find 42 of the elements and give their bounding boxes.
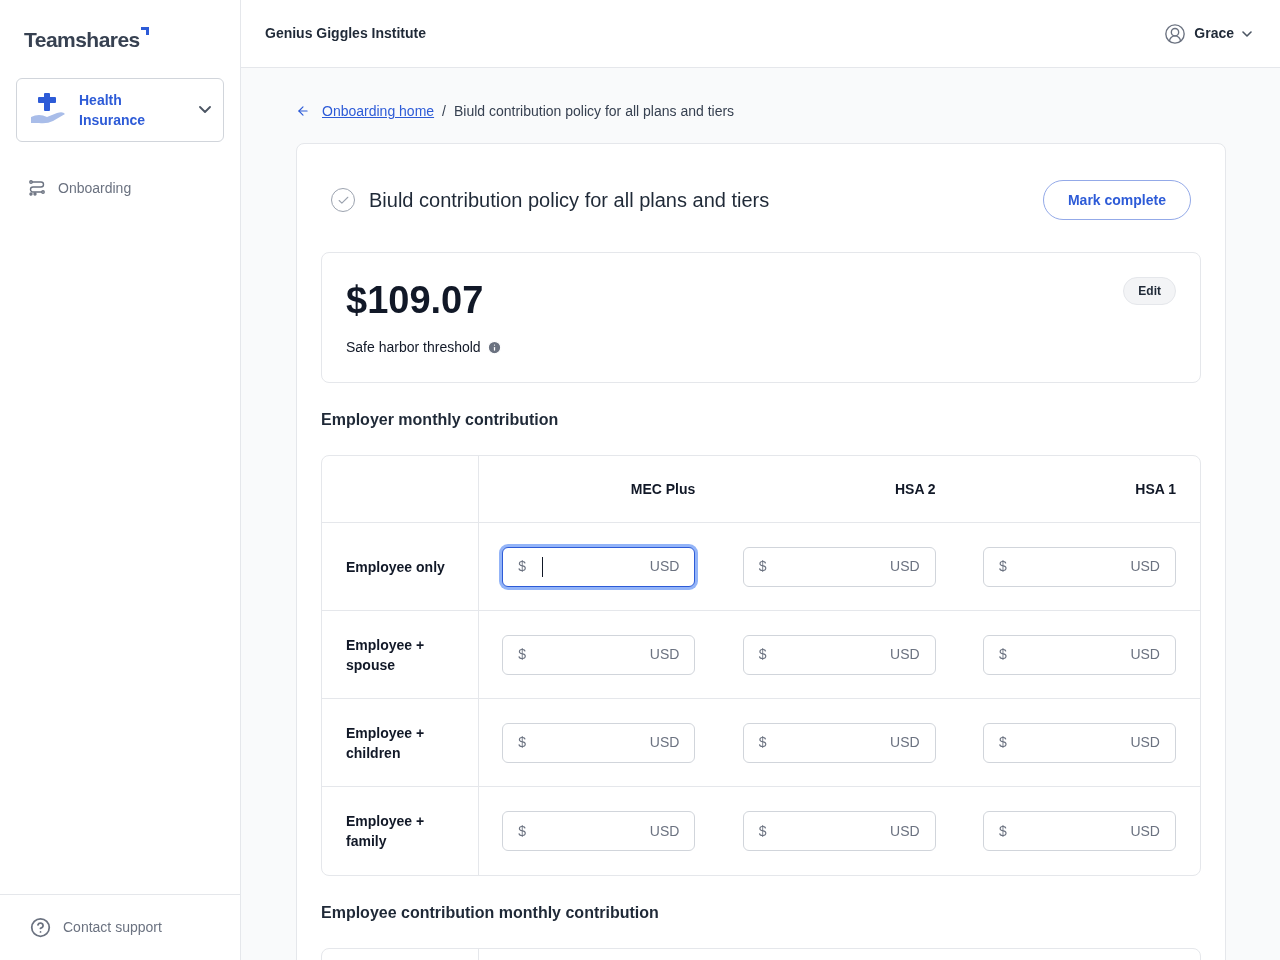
breadcrumb-current: Biuld contribution policy for all plans and tiers	[453, 101, 735, 121]
column-header: HSA 2	[894, 479, 936, 499]
amount-input[interactable]: $ USD	[742, 811, 936, 851]
organization-name: Genius Giggles Institute	[265, 24, 427, 43]
column-header: MEC Plus	[630, 479, 696, 499]
product-selector[interactable]: Health Insurance	[16, 77, 224, 142]
threshold-amount: $109.07	[346, 278, 485, 323]
amount-input[interactable]: $ USD	[502, 722, 696, 763]
amount-input[interactable]: $ USD	[742, 634, 936, 675]
breadcrumb-link[interactable]: Onboarding home	[322, 100, 435, 122]
threshold-label: Safe harbor threshold	[346, 338, 481, 357]
amount-input[interactable]: $ USD	[502, 634, 696, 675]
chevron-down-icon	[1242, 30, 1252, 37]
user-icon	[1164, 22, 1187, 45]
amount-input[interactable]: $ USD	[983, 722, 1176, 763]
nav-item[interactable]: Onboarding	[16, 171, 224, 205]
logo-wordmark[interactable]: Teamshares	[24, 24, 140, 56]
row-label: Employee + children	[346, 723, 426, 763]
amount-input[interactable]: $ USD	[742, 546, 936, 587]
amount-input[interactable]: $ USD	[502, 546, 696, 587]
edit-button[interactable]: Edit	[1123, 277, 1176, 305]
chevron-down-icon	[199, 106, 211, 113]
amount-input[interactable]: $ USD	[502, 811, 696, 851]
amount-input[interactable]: $ USD	[983, 546, 1176, 587]
amount-input[interactable]: $ USD	[742, 722, 936, 763]
row-label: Employee + spouse	[346, 635, 426, 675]
user-menu[interactable]: Grace	[1164, 22, 1252, 45]
help-icon	[30, 917, 51, 938]
column-header: HSA 1	[1135, 479, 1176, 499]
amount-input[interactable]: $ USD	[983, 634, 1176, 675]
section-heading: Employer monthly contribution	[321, 410, 560, 430]
breadcrumb-separator: /	[442, 101, 446, 121]
info-icon[interactable]	[486, 340, 502, 355]
section-heading: Employee contribution monthly contribution	[321, 903, 660, 923]
row-label: Employee + family	[346, 812, 426, 851]
route-icon	[28, 179, 46, 197]
task-title: Biuld contribution policy for all plans and tiers	[369, 188, 770, 213]
mark-complete-button[interactable]: Mark complete	[1042, 180, 1191, 220]
row-label: Employee only	[346, 557, 445, 577]
logo-corner-icon	[140, 27, 149, 35]
amount-input[interactable]: $ USD	[983, 811, 1176, 851]
contact-support-link[interactable]: Contact support	[30, 917, 162, 938]
